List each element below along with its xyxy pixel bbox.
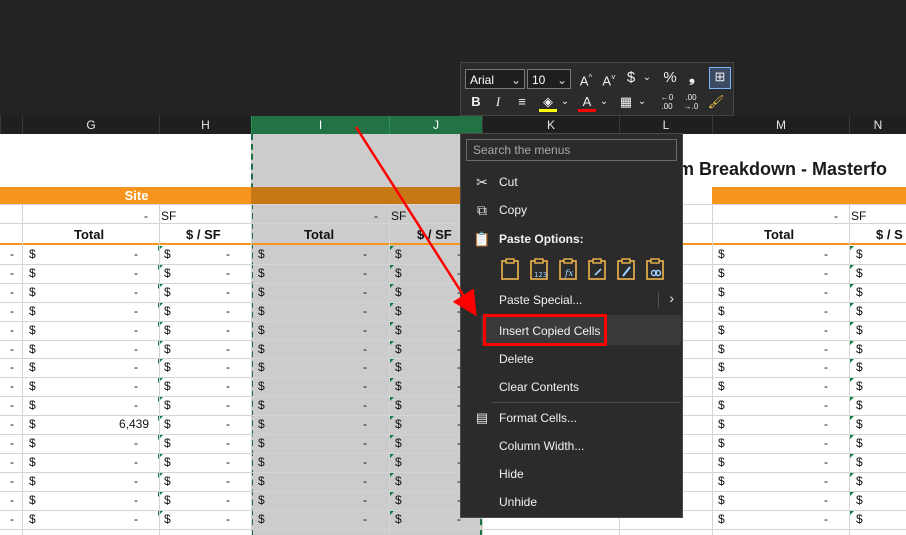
annotation-arrow — [354, 126, 477, 317]
